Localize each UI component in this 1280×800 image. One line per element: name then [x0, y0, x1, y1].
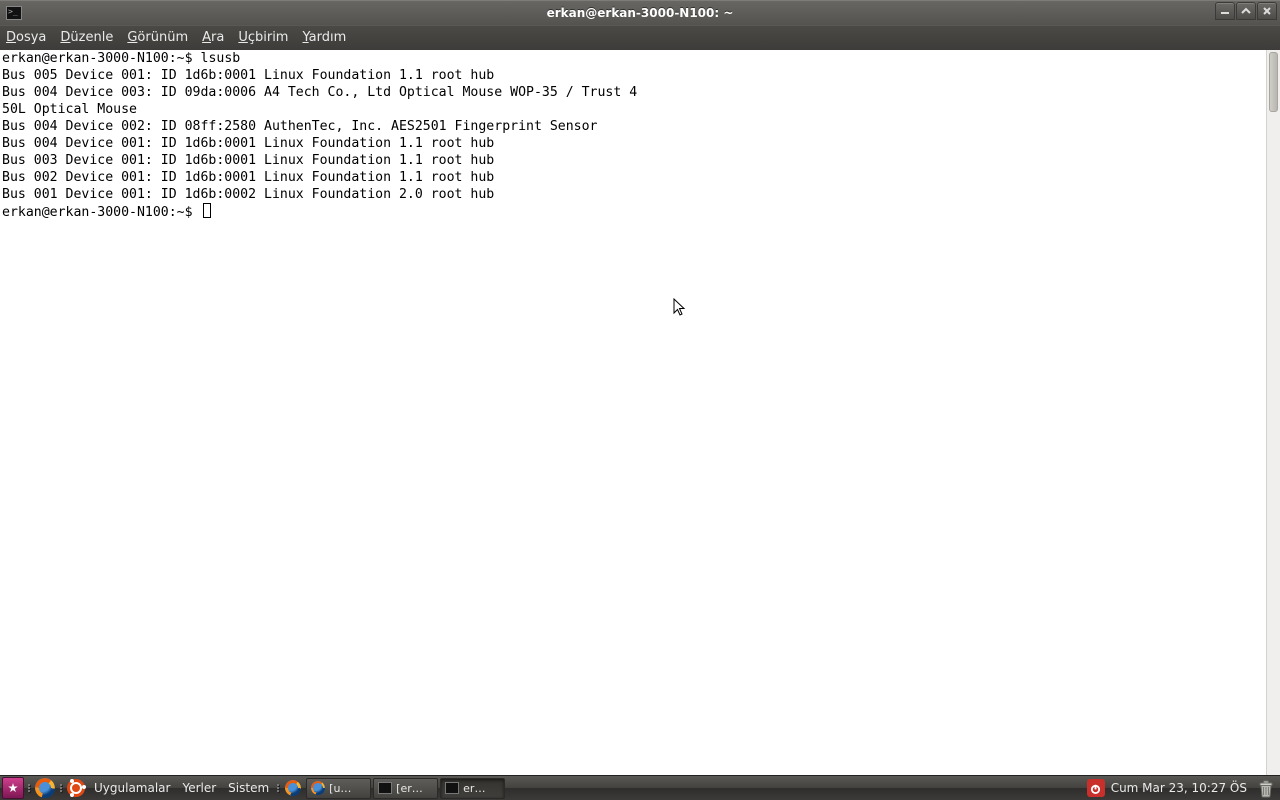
panel-separator-icon: [276, 776, 280, 800]
menu-search[interactable]: Ara: [202, 30, 224, 45]
ubuntu-icon: [67, 779, 85, 797]
show-desktop-button[interactable]: [2, 777, 24, 799]
menu-view[interactable]: Görünüm: [127, 30, 188, 45]
menu-file[interactable]: Dosya: [6, 30, 46, 45]
task-button[interactable]: [u…: [306, 778, 371, 799]
terminal-output-line: Bus 001 Device 001: ID 1d6b:0002 Linux F…: [2, 187, 494, 202]
panel-separator-icon: [27, 776, 31, 800]
firefox-icon: [285, 780, 301, 796]
menu-help[interactable]: Yardım: [302, 30, 346, 45]
terminal-output-line: Bus 004 Device 001: ID 1d6b:0001 Linux F…: [2, 136, 494, 151]
window-title: erkan@erkan-3000-N100: ~: [547, 6, 734, 20]
firefox-quicklaunch[interactable]: [283, 777, 303, 799]
panel-menu-places[interactable]: Yerler: [176, 781, 222, 795]
close-button[interactable]: [1257, 2, 1277, 20]
terminal-output-line: Bus 005 Device 001: ID 1d6b:0001 Linux F…: [2, 68, 494, 83]
prompt: erkan@erkan-3000-N100:~$: [2, 51, 201, 66]
terminal-output-line: 50L Optical Mouse: [2, 102, 137, 117]
trash-applet[interactable]: [1257, 778, 1275, 798]
task-label: [er…: [396, 782, 423, 795]
task-label: er…: [463, 782, 485, 795]
menu-edit[interactable]: Düzenle: [60, 30, 113, 45]
terminal-icon: [378, 782, 392, 794]
terminal-area[interactable]: erkan@erkan-3000-N100:~$ lsusb Bus 005 D…: [0, 50, 1280, 775]
panel-menu-applications[interactable]: Uygulamalar: [88, 781, 176, 795]
shutdown-button[interactable]: [1087, 779, 1105, 797]
terminal-output-line: Bus 004 Device 002: ID 08ff:2580 AuthenT…: [2, 119, 597, 134]
terminal-cursor: [203, 203, 211, 218]
terminal-output-line: Bus 003 Device 001: ID 1d6b:0001 Linux F…: [2, 153, 494, 168]
task-button[interactable]: [er…: [373, 778, 438, 799]
task-button-active[interactable]: er…: [440, 778, 505, 799]
window-titlebar[interactable]: erkan@erkan-3000-N100: ~: [0, 0, 1280, 25]
terminal-output-line: Bus 004 Device 003: ID 09da:0006 A4 Tech…: [2, 85, 637, 100]
firefox-icon: [311, 781, 325, 795]
minimize-button[interactable]: [1215, 2, 1235, 20]
panel-menu-system[interactable]: Sistem: [222, 781, 275, 795]
clock[interactable]: Cum Mar 23, 10:27 ÖS: [1109, 781, 1249, 795]
menu-bar: Dosya Düzenle Görünüm Ara Uçbirim Yardım: [0, 25, 1280, 50]
terminal-icon: [445, 782, 459, 794]
command: lsusb: [201, 51, 241, 66]
task-label: [u…: [329, 782, 351, 795]
panel-separator-icon: [59, 776, 63, 800]
ubuntu-menu-button[interactable]: [66, 777, 86, 799]
firefox-launcher[interactable]: [34, 777, 56, 799]
bottom-panel: Uygulamalar Yerler Sistem [u… [er… er… C…: [0, 775, 1280, 800]
vertical-scrollbar[interactable]: [1266, 50, 1280, 775]
maximize-button[interactable]: [1236, 2, 1256, 20]
scrollbar-thumb[interactable]: [1269, 52, 1278, 112]
terminal-icon: [6, 6, 22, 20]
prompt: erkan@erkan-3000-N100:~$: [2, 205, 201, 220]
menu-terminal[interactable]: Uçbirim: [238, 30, 288, 45]
firefox-icon: [35, 778, 55, 798]
terminal-output-line: Bus 002 Device 001: ID 1d6b:0001 Linux F…: [2, 170, 494, 185]
